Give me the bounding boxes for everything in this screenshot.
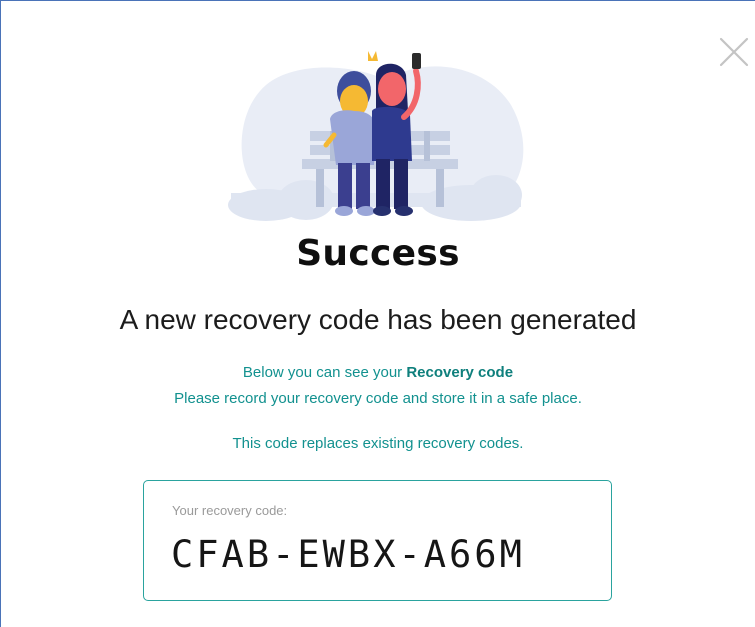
couple-selfie-illustration — [228, 51, 524, 221]
recovery-code-box: Your recovery code: CFAB-EWBX-A66M — [143, 480, 612, 601]
close-icon[interactable] — [717, 35, 751, 69]
info-line-replaces-codes: This code replaces existing recovery cod… — [232, 435, 524, 452]
recovery-code-value[interactable]: CFAB-EWBX-A66M — [171, 533, 525, 576]
info-line-store-safely: Please record your recovery code and sto… — [174, 390, 582, 407]
recovery-code-label: Your recovery code: — [172, 503, 288, 518]
close-button[interactable] — [717, 35, 751, 69]
success-title: Success — [296, 233, 460, 274]
recovery-code-success-dialog: Success A new recovery code has been gen… — [0, 0, 755, 627]
success-subtitle: A new recovery code has been generated — [119, 304, 637, 335]
info-line-recovery-code: Below you can see your Recovery code — [1, 364, 755, 381]
info-line1-text: Below you can see your — [242, 364, 407, 381]
recovery-code-emphasis: Recovery code — [406, 364, 514, 381]
